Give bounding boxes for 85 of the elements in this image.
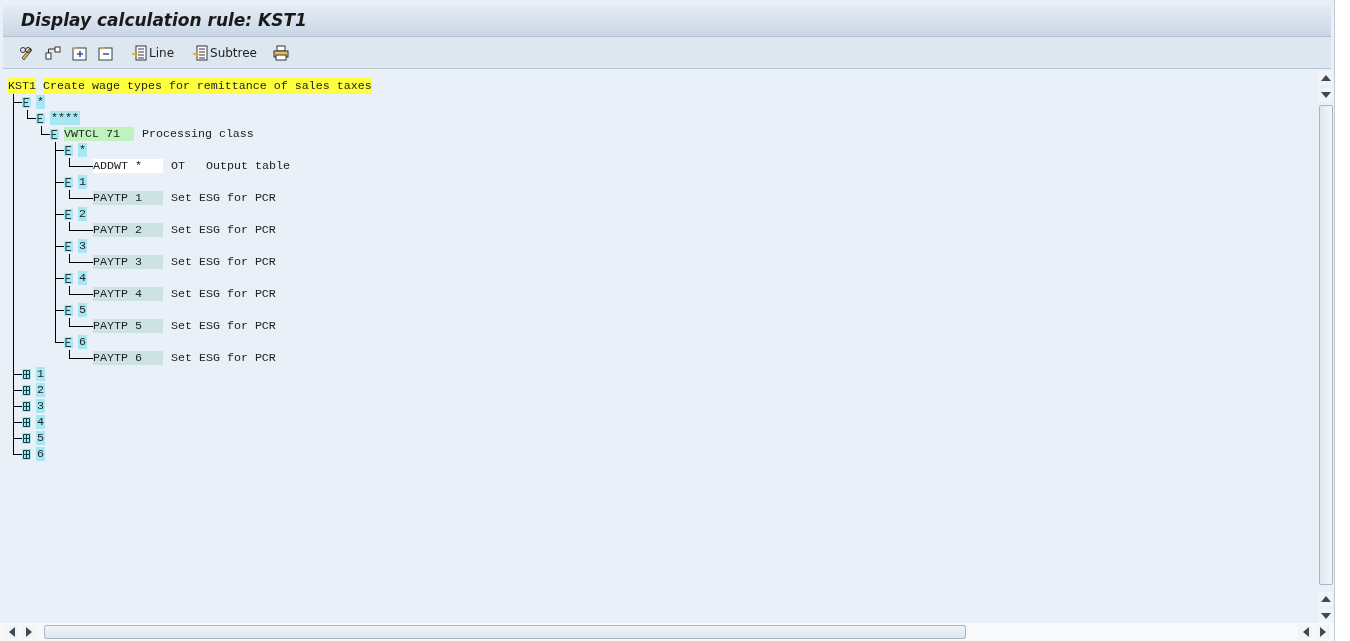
node-label: 3 bbox=[78, 239, 87, 253]
operation-description: Processing class bbox=[141, 126, 254, 142]
operation-description: Set ESG for PCR bbox=[170, 190, 276, 206]
collapsed-node-icon[interactable] bbox=[22, 384, 31, 396]
operation-description: Set ESG for PCR bbox=[170, 350, 276, 366]
node-label: 1 bbox=[78, 175, 87, 189]
left-arrow-icon bbox=[8, 627, 15, 637]
operation-name: PAYTP 4 bbox=[93, 287, 163, 301]
operation-name: PAYTP 1 bbox=[93, 191, 163, 205]
collapsed-node-icon[interactable] bbox=[22, 448, 31, 460]
collapsed-node-icon[interactable] bbox=[22, 400, 31, 412]
expanded-node-icon[interactable] bbox=[50, 128, 59, 140]
operation-description: Output table bbox=[205, 158, 290, 174]
expanded-node-icon[interactable] bbox=[22, 96, 31, 108]
up-arrow-icon bbox=[1320, 75, 1331, 81]
scroll-down-button[interactable] bbox=[1318, 88, 1333, 102]
down-arrow-icon bbox=[1320, 613, 1331, 619]
down-arrow-icon bbox=[1320, 92, 1331, 98]
node-label: 5 bbox=[78, 303, 87, 317]
tree-line bbox=[69, 350, 93, 359]
operation-description: Set ESG for PCR bbox=[170, 222, 276, 238]
list-icon bbox=[131, 44, 147, 61]
display-change-icon bbox=[19, 44, 35, 61]
expand-all-icon bbox=[71, 44, 87, 61]
node-label: 4 bbox=[78, 271, 87, 285]
operation-name: VWTCL 71 bbox=[64, 127, 134, 141]
expanded-node-icon[interactable] bbox=[64, 208, 73, 220]
tree-line bbox=[69, 318, 93, 327]
tree-line bbox=[69, 286, 93, 295]
node-label: 4 bbox=[36, 415, 45, 429]
node-label: 3 bbox=[36, 399, 45, 413]
right-arrow-icon bbox=[1319, 627, 1326, 637]
node-label: 6 bbox=[78, 335, 87, 349]
left-arrow-icon bbox=[1302, 627, 1309, 637]
node-label: 6 bbox=[36, 447, 45, 461]
expanded-node-icon[interactable] bbox=[64, 336, 73, 348]
node-label: * bbox=[78, 143, 87, 157]
scroll-down-button[interactable] bbox=[1318, 609, 1333, 623]
expanded-node-icon[interactable] bbox=[64, 240, 73, 252]
scroll-left-button[interactable] bbox=[4, 625, 19, 639]
rule-description: Create wage types for remittance of sales taxes bbox=[43, 78, 372, 94]
list-icon bbox=[192, 44, 208, 61]
print-button[interactable] bbox=[271, 42, 291, 63]
scroll-left-button[interactable] bbox=[1298, 625, 1313, 639]
operation-parameter: OT bbox=[170, 158, 185, 174]
scroll-right-button[interactable] bbox=[21, 625, 36, 639]
expanded-node-icon[interactable] bbox=[36, 112, 45, 124]
up-arrow-icon bbox=[1320, 596, 1331, 602]
operation-name: PAYTP 6 bbox=[93, 351, 163, 365]
scroll-right-button[interactable] bbox=[1315, 625, 1330, 639]
operation-name: ADDWT * bbox=[93, 159, 163, 173]
expanded-node-icon[interactable] bbox=[64, 144, 73, 156]
vertical-scrollbar[interactable] bbox=[1318, 105, 1333, 585]
scroll-up-button[interactable] bbox=[1318, 71, 1333, 85]
operation-description: Set ESG for PCR bbox=[170, 286, 276, 302]
node-label: 2 bbox=[36, 383, 45, 397]
horizontal-scrollbar[interactable] bbox=[44, 625, 966, 639]
node-label: * bbox=[36, 95, 45, 109]
expanded-node-icon[interactable] bbox=[64, 272, 73, 284]
collapsed-node-icon[interactable] bbox=[22, 368, 31, 380]
node-label: 2 bbox=[78, 207, 87, 221]
operation-description: Set ESG for PCR bbox=[170, 318, 276, 334]
operation-name: PAYTP 3 bbox=[93, 255, 163, 269]
scroll-up-button[interactable] bbox=[1318, 592, 1333, 606]
collapsed-node-icon[interactable] bbox=[22, 432, 31, 444]
toolbar-button[interactable]: Line bbox=[129, 42, 176, 63]
expanded-node-icon[interactable] bbox=[64, 176, 73, 188]
tree-line bbox=[69, 190, 93, 199]
expanded-node-icon[interactable] bbox=[64, 304, 73, 316]
right-arrow-icon bbox=[25, 627, 32, 637]
tree-line bbox=[69, 254, 93, 263]
node-label: 5 bbox=[36, 431, 45, 445]
operation-name: PAYTP 2 bbox=[93, 223, 163, 237]
collapse-all-icon bbox=[97, 44, 113, 61]
tree-line bbox=[69, 222, 93, 231]
rule-name: KST1 bbox=[8, 78, 36, 94]
operation-description: Set ESG for PCR bbox=[170, 254, 276, 270]
operation-name: PAYTP 5 bbox=[93, 319, 163, 333]
toolbar-button[interactable]: Subtree bbox=[190, 42, 259, 63]
printer-icon bbox=[273, 44, 289, 61]
hierarchy-icon bbox=[45, 44, 61, 61]
node-label: **** bbox=[50, 111, 80, 125]
window-title: Display calculation rule: KST1 bbox=[21, 8, 307, 32]
collapsed-node-icon[interactable] bbox=[22, 416, 31, 428]
node-label: 1 bbox=[36, 367, 45, 381]
